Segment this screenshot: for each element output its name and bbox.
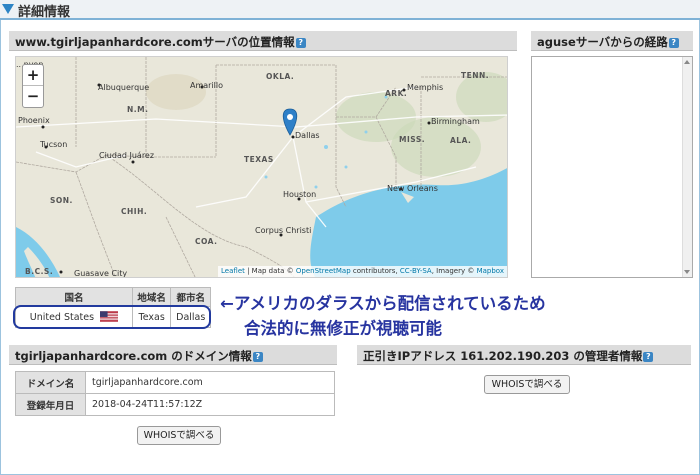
map-label-okla: OKLA. <box>266 72 295 81</box>
table-row: ドメイン名 tgirljapanhardcore.com <box>15 371 335 394</box>
route-textarea[interactable] <box>531 56 693 278</box>
map-label-juarez: Ciudad Juárez <box>99 151 155 160</box>
map-zoom-control: + − <box>22 64 44 108</box>
map-attribution: Leaflet | Map data © OpenStreetMap contr… <box>218 266 507 277</box>
domain-info-table: ドメイン名 tgirljapanhardcore.com 登録年月日 2018-… <box>15 371 335 416</box>
license-link[interactable]: CC-BY-SA <box>400 267 432 275</box>
openstreetmap-link[interactable]: OpenStreetMap <box>296 267 351 275</box>
collapse-triangle-icon[interactable] <box>2 4 14 14</box>
domain-name-value: tgirljapanhardcore.com <box>85 371 335 394</box>
scroll-down-arrow-icon[interactable] <box>684 270 690 274</box>
city-header: 都市名 <box>170 287 211 307</box>
map-label-new-orleans: New Orleans <box>387 184 438 193</box>
table-row: 登録年月日 2018-04-24T11:57:12Z <box>15 393 335 416</box>
ip-admin-title: 正引きIPアドレス 161.202.190.203 の管理者情報 <box>363 349 643 363</box>
leaflet-link[interactable]: Leaflet <box>221 267 245 275</box>
map-label-tenn: TENN. <box>461 71 490 80</box>
map-label-miss: MISS. <box>399 135 426 144</box>
country-header: 国名 <box>15 287 133 307</box>
map-label-amarillo: Amarillo <box>190 81 224 90</box>
map-label-bcs: B.C.S. <box>25 267 54 276</box>
map-label-dallas: Dallas <box>295 131 320 140</box>
map-label-son: SON. <box>50 196 73 205</box>
server-location-map[interactable]: ...nyon Albuquerque Amarillo OKLA. Memph… <box>15 56 508 278</box>
location-table-header-row: 国名 地域名 都市名 <box>15 287 211 307</box>
map-label-tucson: Tucson <box>40 140 68 149</box>
details-title: 詳細情報 <box>18 5 71 20</box>
scroll-up-arrow-icon[interactable] <box>684 60 690 64</box>
map-label-corpus-christi: Corpus Christi <box>255 226 312 235</box>
annotation-line-1: ←アメリカのダラスから配信されているため <box>220 294 546 313</box>
route-header: aguseサーバからの経路? <box>531 31 693 51</box>
help-icon[interactable]: ? <box>252 352 263 362</box>
server-location-header: www.tgirljapanhardcore.comサーバの位置情報? <box>9 31 517 51</box>
map-label-coa: COA. <box>195 237 218 246</box>
registration-date-value: 2018-04-24T11:57:12Z <box>85 393 335 416</box>
route-title: aguseサーバからの経路 <box>537 35 668 49</box>
ip-admin-header: 正引きIPアドレス 161.202.190.203 の管理者情報? <box>357 345 691 365</box>
map-label-ark: ARK. <box>385 89 408 98</box>
map-label-houston: Houston <box>283 190 317 199</box>
map-label-memphis: Memphis <box>407 83 444 92</box>
highlight-oval <box>13 305 211 329</box>
mapbox-link[interactable]: Mapbox <box>477 267 504 275</box>
server-location-title: www.tgirljapanhardcore.comサーバの位置情報 <box>15 35 295 49</box>
ip-whois-button[interactable]: WHOISで調べる <box>484 375 570 394</box>
attribution-text-1: | Map data © <box>244 267 296 275</box>
route-scrollbar[interactable] <box>682 57 692 277</box>
map-label-albuquerque: Albuquerque <box>98 83 150 92</box>
zoom-in-button[interactable]: + <box>23 65 43 86</box>
help-icon[interactable]: ? <box>295 38 306 48</box>
region-header: 地域名 <box>131 287 172 307</box>
map-label-texas: TEXAS <box>244 155 274 164</box>
help-icon[interactable]: ? <box>668 38 679 48</box>
annotation-line-2: 合法的に無修正が視聴可能 <box>244 319 442 338</box>
details-header: 詳細情報 <box>0 0 700 20</box>
map-label-nm: N.M. <box>127 105 149 114</box>
map-label-chih: CHIH. <box>121 207 148 216</box>
help-icon[interactable]: ? <box>643 352 654 362</box>
domain-whois-button[interactable]: WHOISで調べる <box>137 426 221 445</box>
registration-date-label: 登録年月日 <box>15 393 86 416</box>
map-label-guasave: Guasave City <box>74 269 128 278</box>
domain-info-header: tgirljapanhardcore.com のドメイン情報? <box>9 345 337 365</box>
map-label-phoenix: Phoenix <box>18 116 50 125</box>
attribution-text-2: contributors, <box>350 267 400 275</box>
map-label-ala: ALA. <box>450 136 472 145</box>
attribution-text-3: , Imagery © <box>431 267 477 275</box>
map-label-birmingham: Birmingham <box>431 117 480 126</box>
domain-info-title: tgirljapanhardcore.com のドメイン情報 <box>15 349 252 363</box>
domain-name-label: ドメイン名 <box>15 371 86 394</box>
zoom-out-button[interactable]: − <box>23 86 43 107</box>
